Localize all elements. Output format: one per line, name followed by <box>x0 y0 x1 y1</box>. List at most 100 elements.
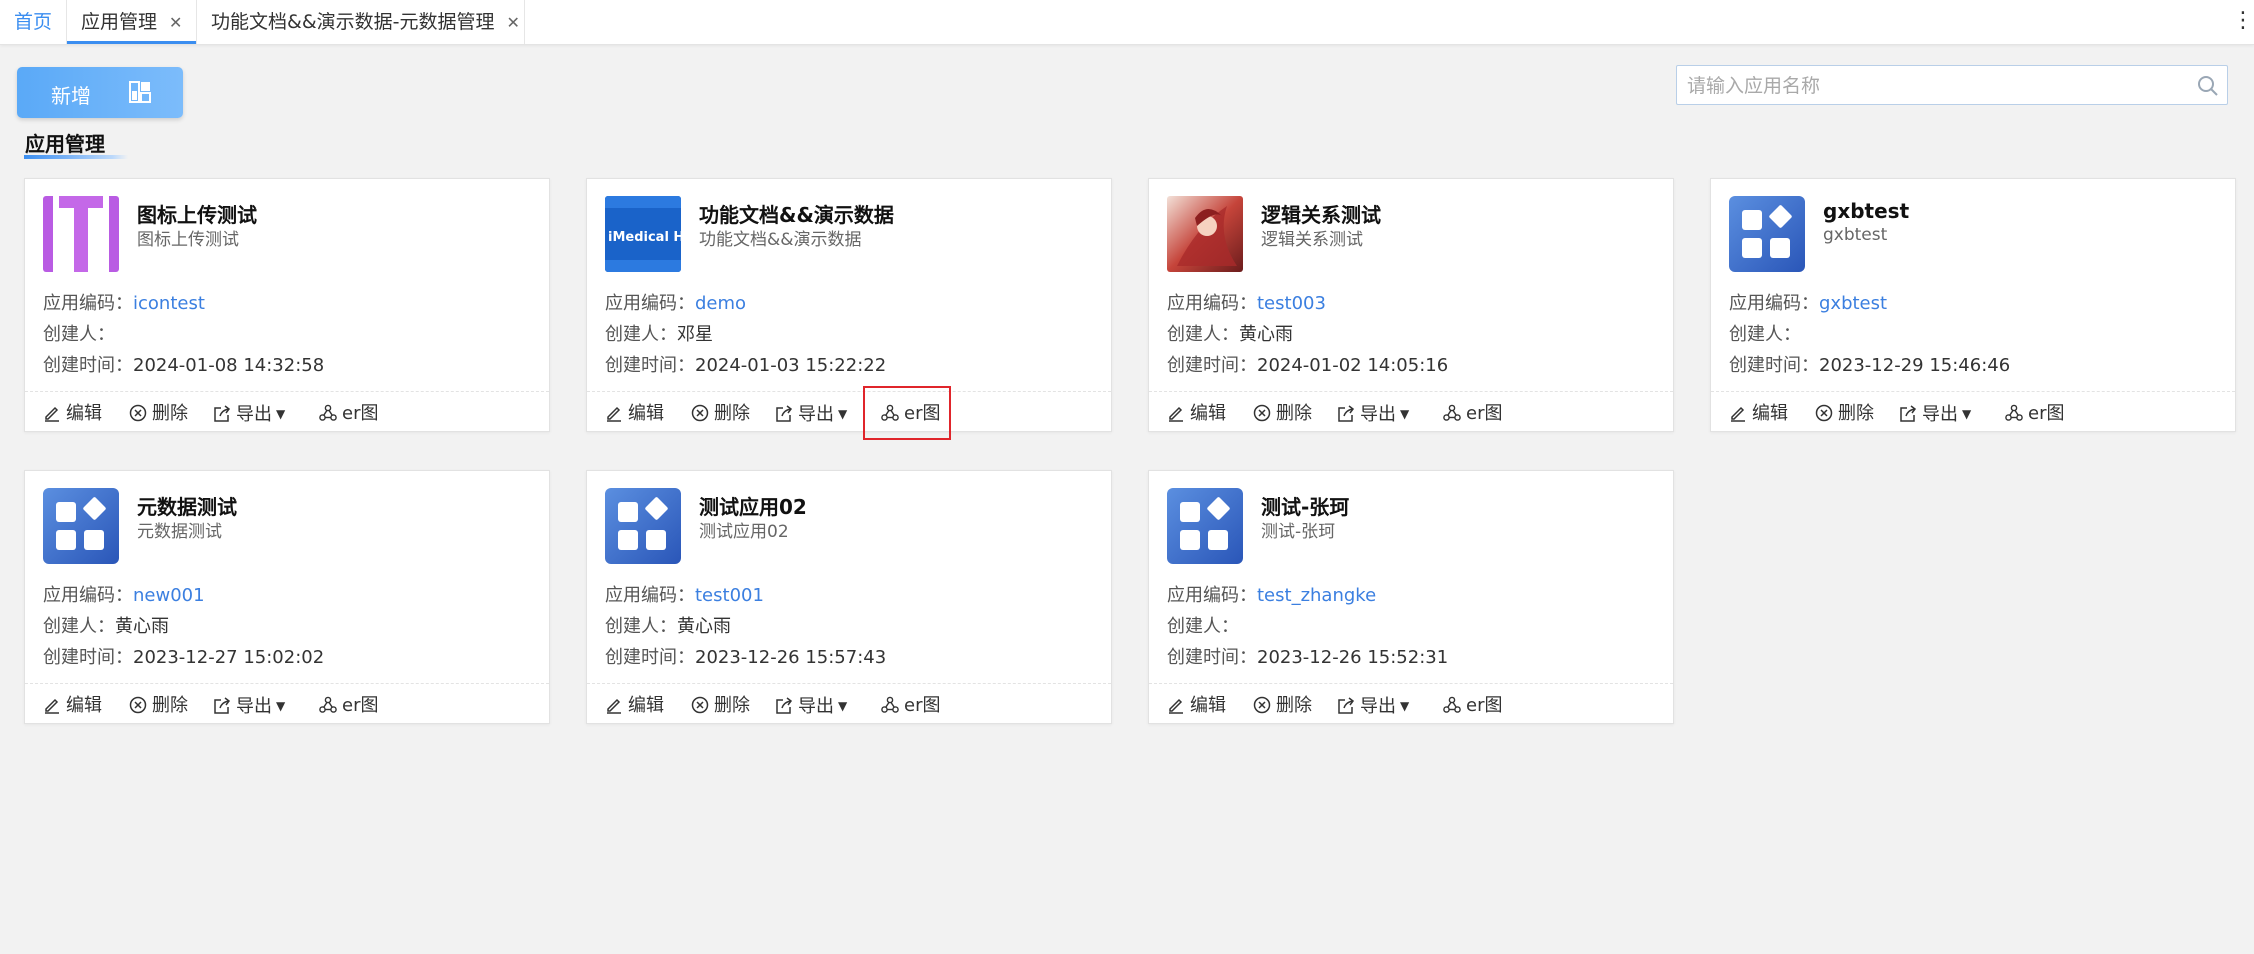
chevron-down-icon: ▼ <box>1962 407 1972 421</box>
edit-button[interactable]: 编辑 <box>43 399 102 429</box>
er-diagram-button[interactable]: er图 <box>2005 399 2064 429</box>
edit-label: 编辑 <box>66 403 102 424</box>
edit-button[interactable]: 编辑 <box>1729 399 1788 429</box>
creator-label: 创建人： <box>43 616 115 637</box>
edit-label: 编辑 <box>628 403 664 424</box>
app-grid-icon <box>605 488 681 564</box>
export-dropdown[interactable]: 导出 ▼ <box>775 691 847 721</box>
card-divider <box>1149 683 1673 684</box>
tab-label: 功能文档&&演示数据-元数据管理 <box>211 11 495 33</box>
delete-button[interactable]: 删除 <box>1815 399 1874 429</box>
delete-button[interactable]: 删除 <box>129 399 188 429</box>
delete-button[interactable]: 删除 <box>691 399 750 429</box>
app-card[interactable]: 图标上传测试 图标上传测试 应用编码：icontest 创建人： 创建时间：20… <box>24 178 550 432</box>
app-code[interactable]: test_zhangke <box>1257 585 1376 606</box>
edit-icon <box>45 406 59 422</box>
card-divider <box>25 683 549 684</box>
tab-metadata-management[interactable]: 功能文档&&演示数据-元数据管理 ✕ <box>197 0 525 44</box>
app-code[interactable]: new001 <box>133 585 205 606</box>
app-created-time-row: 创建时间：2023-12-29 15:46:46 <box>1729 351 2010 377</box>
app-code-row: 应用编码：test_zhangke <box>1167 581 1376 607</box>
app-code[interactable]: test003 <box>1257 293 1326 314</box>
er-label: er图 <box>1466 695 1503 716</box>
app-name: 功能文档&&演示数据 <box>699 203 894 227</box>
app-card[interactable]: 测试-张珂 测试-张珂 应用编码：test_zhangke 创建人： 创建时间：… <box>1148 470 1674 724</box>
creator-label: 创建人： <box>1167 616 1239 637</box>
app-created-time-row: 创建时间：2024-01-08 14:32:58 <box>43 351 324 377</box>
delete-button[interactable]: 删除 <box>1253 691 1312 721</box>
app-created-time-row: 创建时间：2023-12-27 15:02:02 <box>43 643 324 669</box>
card-actions: 编辑 删除 导出 ▼ er图 <box>587 399 1111 429</box>
add-button-label: 新增 <box>51 84 91 108</box>
app-creator-row: 创建人： <box>43 320 115 346</box>
delete-button[interactable]: 删除 <box>1253 399 1312 429</box>
er-label: er图 <box>2028 403 2065 424</box>
close-icon[interactable]: ✕ <box>169 13 182 32</box>
er-diagram-button[interactable]: er图 <box>881 691 940 721</box>
creator-label: 创建人： <box>1167 324 1239 345</box>
app-created-time: 2023-12-29 15:46:46 <box>1819 355 2011 376</box>
app-card[interactable]: iMedical HO 功能文档&&演示数据 功能文档&&演示数据 应用编码：d… <box>586 178 1112 432</box>
code-label: 应用编码： <box>43 293 133 314</box>
edit-icon <box>1731 406 1745 422</box>
edit-button[interactable]: 编辑 <box>605 399 664 429</box>
search-icon[interactable] <box>2197 75 2219 101</box>
er-diagram-button[interactable]: er图 <box>319 399 378 429</box>
app-subtitle: 测试应用02 <box>699 522 789 542</box>
er-diagram-icon <box>1443 404 1461 421</box>
export-dropdown[interactable]: 导出 ▼ <box>213 691 285 721</box>
export-icon <box>776 405 793 422</box>
app-name: 测试应用02 <box>699 495 807 519</box>
er-diagram-icon <box>2005 404 2023 421</box>
delete-label: 删除 <box>1276 695 1312 716</box>
close-icon[interactable]: ✕ <box>507 13 520 32</box>
delete-button[interactable]: 删除 <box>691 691 750 721</box>
export-dropdown[interactable]: 导出 ▼ <box>1337 399 1409 429</box>
delete-button[interactable]: 删除 <box>129 691 188 721</box>
app-created-time-row: 创建时间：2023-12-26 15:57:43 <box>605 643 886 669</box>
export-icon <box>1338 405 1355 422</box>
export-label: 导出 <box>1360 404 1396 425</box>
app-code[interactable]: gxbtest <box>1819 293 1887 314</box>
app-card[interactable]: 元数据测试 元数据测试 应用编码：new001 创建人：黄心雨 创建时间：202… <box>24 470 550 724</box>
er-diagram-button[interactable]: er图 <box>319 691 378 721</box>
export-dropdown[interactable]: 导出 ▼ <box>775 399 847 429</box>
delete-label: 删除 <box>714 403 750 424</box>
app-card[interactable]: gxbtest gxbtest 应用编码：gxbtest 创建人： 创建时间：2… <box>1710 178 2236 432</box>
er-diagram-button[interactable]: er图 <box>1443 691 1502 721</box>
app-name: 测试-张珂 <box>1261 495 1350 519</box>
edit-button[interactable]: 编辑 <box>1167 691 1226 721</box>
edit-icon <box>1169 698 1183 714</box>
er-highlight-box <box>863 386 951 440</box>
export-dropdown[interactable]: 导出 ▼ <box>1899 399 1971 429</box>
more-icon[interactable]: ⋮ <box>2232 8 2254 33</box>
app-creator-row: 创建人：黄心雨 <box>43 612 169 638</box>
search-input[interactable] <box>1685 66 2189 106</box>
card-divider <box>1149 391 1673 392</box>
app-code[interactable]: demo <box>695 293 746 314</box>
export-label: 导出 <box>236 696 272 717</box>
edit-button[interactable]: 编辑 <box>605 691 664 721</box>
app-card[interactable]: 逻辑关系测试 逻辑关系测试 应用编码：test003 创建人：黄心雨 创建时间：… <box>1148 178 1674 432</box>
add-button[interactable]: 新增 <box>17 67 183 118</box>
creator-label: 创建人： <box>1729 324 1801 345</box>
er-diagram-button[interactable]: er图 <box>1443 399 1502 429</box>
app-code[interactable]: test001 <box>695 585 764 606</box>
tab-app-management[interactable]: 应用管理 ✕ <box>67 0 197 44</box>
app-name: gxbtest <box>1823 199 1910 223</box>
purple-logo-icon <box>43 196 119 272</box>
app-subtitle: 图标上传测试 <box>137 230 239 250</box>
app-code-row: 应用编码：test003 <box>1167 289 1326 315</box>
tab-home[interactable]: 首页 <box>0 0 67 44</box>
edit-button[interactable]: 编辑 <box>1167 399 1226 429</box>
export-dropdown[interactable]: 导出 ▼ <box>213 399 285 429</box>
app-creator: 黄心雨 <box>677 616 731 637</box>
created-time-label: 创建时间： <box>1167 355 1257 376</box>
created-time-label: 创建时间： <box>605 355 695 376</box>
edit-button[interactable]: 编辑 <box>43 691 102 721</box>
app-created-time: 2024-01-03 15:22:22 <box>695 355 887 376</box>
app-name: 逻辑关系测试 <box>1261 203 1381 227</box>
app-card[interactable]: 测试应用02 测试应用02 应用编码：test001 创建人：黄心雨 创建时间：… <box>586 470 1112 724</box>
export-dropdown[interactable]: 导出 ▼ <box>1337 691 1409 721</box>
app-code[interactable]: icontest <box>133 293 205 314</box>
